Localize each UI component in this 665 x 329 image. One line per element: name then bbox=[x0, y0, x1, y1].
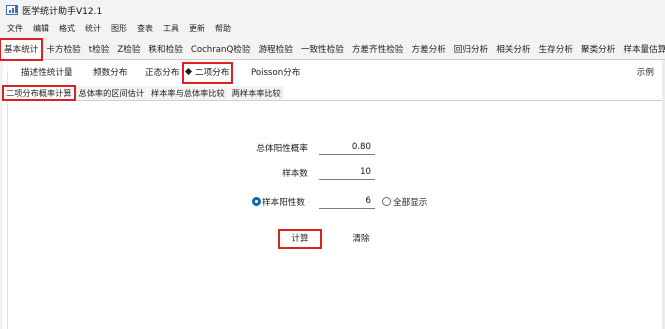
tab-binomial-probability[interactable]: 二项分布概率计算 bbox=[2, 85, 76, 101]
sample-size-label: 样本数 bbox=[282, 169, 308, 179]
tab-poisson-distribution[interactable]: Poisson分布 bbox=[251, 64, 300, 82]
menu-statistics[interactable]: 统计 bbox=[85, 23, 101, 34]
example-link[interactable]: 示例 bbox=[637, 63, 654, 83]
inner-tab-strip: 二项分布概率计算 总体率的区间估计 样本率与总体率比较 两样本率比较 bbox=[2, 85, 665, 101]
app-chart-icon bbox=[6, 5, 18, 15]
tab-t-test[interactable]: t检验 bbox=[85, 40, 114, 59]
sub-tab-strip: 描述性统计量 频数分布 正态分布 二项分布 Poisson分布 示例 bbox=[3, 62, 665, 84]
menu-edit[interactable]: 编辑 bbox=[33, 23, 49, 34]
menu-graphics[interactable]: 图形 bbox=[111, 23, 127, 34]
main-tab-strip: 基本统计 卡方检验 t检验 Z检验 秩和检验 CochranQ检验 游程检验 一… bbox=[0, 37, 665, 61]
tab-runs-test[interactable]: 游程检验 bbox=[254, 40, 296, 59]
tab-cluster[interactable]: 聚类分析 bbox=[577, 40, 619, 59]
tab-population-rate-interval[interactable]: 总体率的区间估计 bbox=[75, 86, 148, 100]
vertical-divider bbox=[7, 71, 8, 329]
tab-frequency-distribution[interactable]: 频数分布 bbox=[93, 64, 127, 82]
tab-normal-distribution[interactable]: 正态分布 bbox=[145, 64, 179, 82]
menu-format[interactable]: 格式 bbox=[59, 23, 75, 34]
tab-descriptive-statistics[interactable]: 描述性统计量 bbox=[21, 64, 73, 82]
selected-diamond-icon bbox=[184, 67, 193, 76]
prob-input[interactable] bbox=[319, 139, 375, 155]
window-title: 医学统计助手V12.1 bbox=[22, 6, 103, 17]
clear-button[interactable]: 清除 bbox=[346, 231, 376, 247]
calculate-button[interactable]: 计算 bbox=[278, 229, 322, 249]
tab-regression[interactable]: 回归分析 bbox=[450, 40, 492, 59]
tab-correlation[interactable]: 相关分析 bbox=[492, 40, 534, 59]
positive-count-input[interactable] bbox=[319, 193, 375, 209]
tab-anova[interactable]: 方差分析 bbox=[407, 40, 449, 59]
tab-sample-size[interactable]: 样本量估算 bbox=[619, 40, 665, 59]
tab-survival[interactable]: 生存分析 bbox=[535, 40, 577, 59]
menu-update[interactable]: 更新 bbox=[189, 23, 205, 34]
positive-count-label: 样本阳性数 bbox=[262, 198, 305, 208]
show-all-label: 全部显示 bbox=[393, 198, 428, 208]
tab-cochran-q-test[interactable]: CochranQ检验 bbox=[187, 40, 255, 59]
menu-lookup-table[interactable]: 查表 bbox=[137, 23, 153, 34]
tab-binomial-label: 二项分布 bbox=[195, 68, 230, 78]
tab-binomial-distribution[interactable]: 二项分布 bbox=[181, 62, 234, 84]
tab-two-sample-rates[interactable]: 两样本率比较 bbox=[228, 86, 284, 100]
menu-bar: 文件 编辑 格式 统计 图形 查表 工具 更新 帮助 bbox=[0, 20, 665, 36]
menu-file[interactable]: 文件 bbox=[7, 23, 23, 34]
tab-basic-statistics[interactable]: 基本统计 bbox=[0, 38, 44, 61]
menu-help[interactable]: 帮助 bbox=[215, 23, 231, 34]
tab-sample-vs-population-rate[interactable]: 样本率与总体率比较 bbox=[148, 86, 228, 100]
title-bar: 医学统计助手V12.1 bbox=[0, 0, 665, 20]
tab-homogeneity-variance-test[interactable]: 方差齐性检验 bbox=[348, 40, 408, 59]
prob-label: 总体阳性概率 bbox=[256, 144, 308, 154]
content-panel: 描述性统计量 频数分布 正态分布 二项分布 Poisson分布 示例 二项分布概… bbox=[2, 60, 665, 329]
tab-rank-sum-test[interactable]: 秩和检验 bbox=[144, 40, 186, 59]
tab-chi-square-test[interactable]: 卡方检验 bbox=[42, 40, 84, 59]
sample-size-input[interactable] bbox=[319, 164, 375, 180]
tab-z-test[interactable]: Z检验 bbox=[113, 40, 144, 59]
menu-tools[interactable]: 工具 bbox=[163, 23, 179, 34]
positive-count-radio[interactable] bbox=[252, 197, 261, 206]
show-all-radio[interactable] bbox=[382, 197, 391, 206]
tab-agreement-test[interactable]: 一致性检验 bbox=[297, 40, 348, 59]
